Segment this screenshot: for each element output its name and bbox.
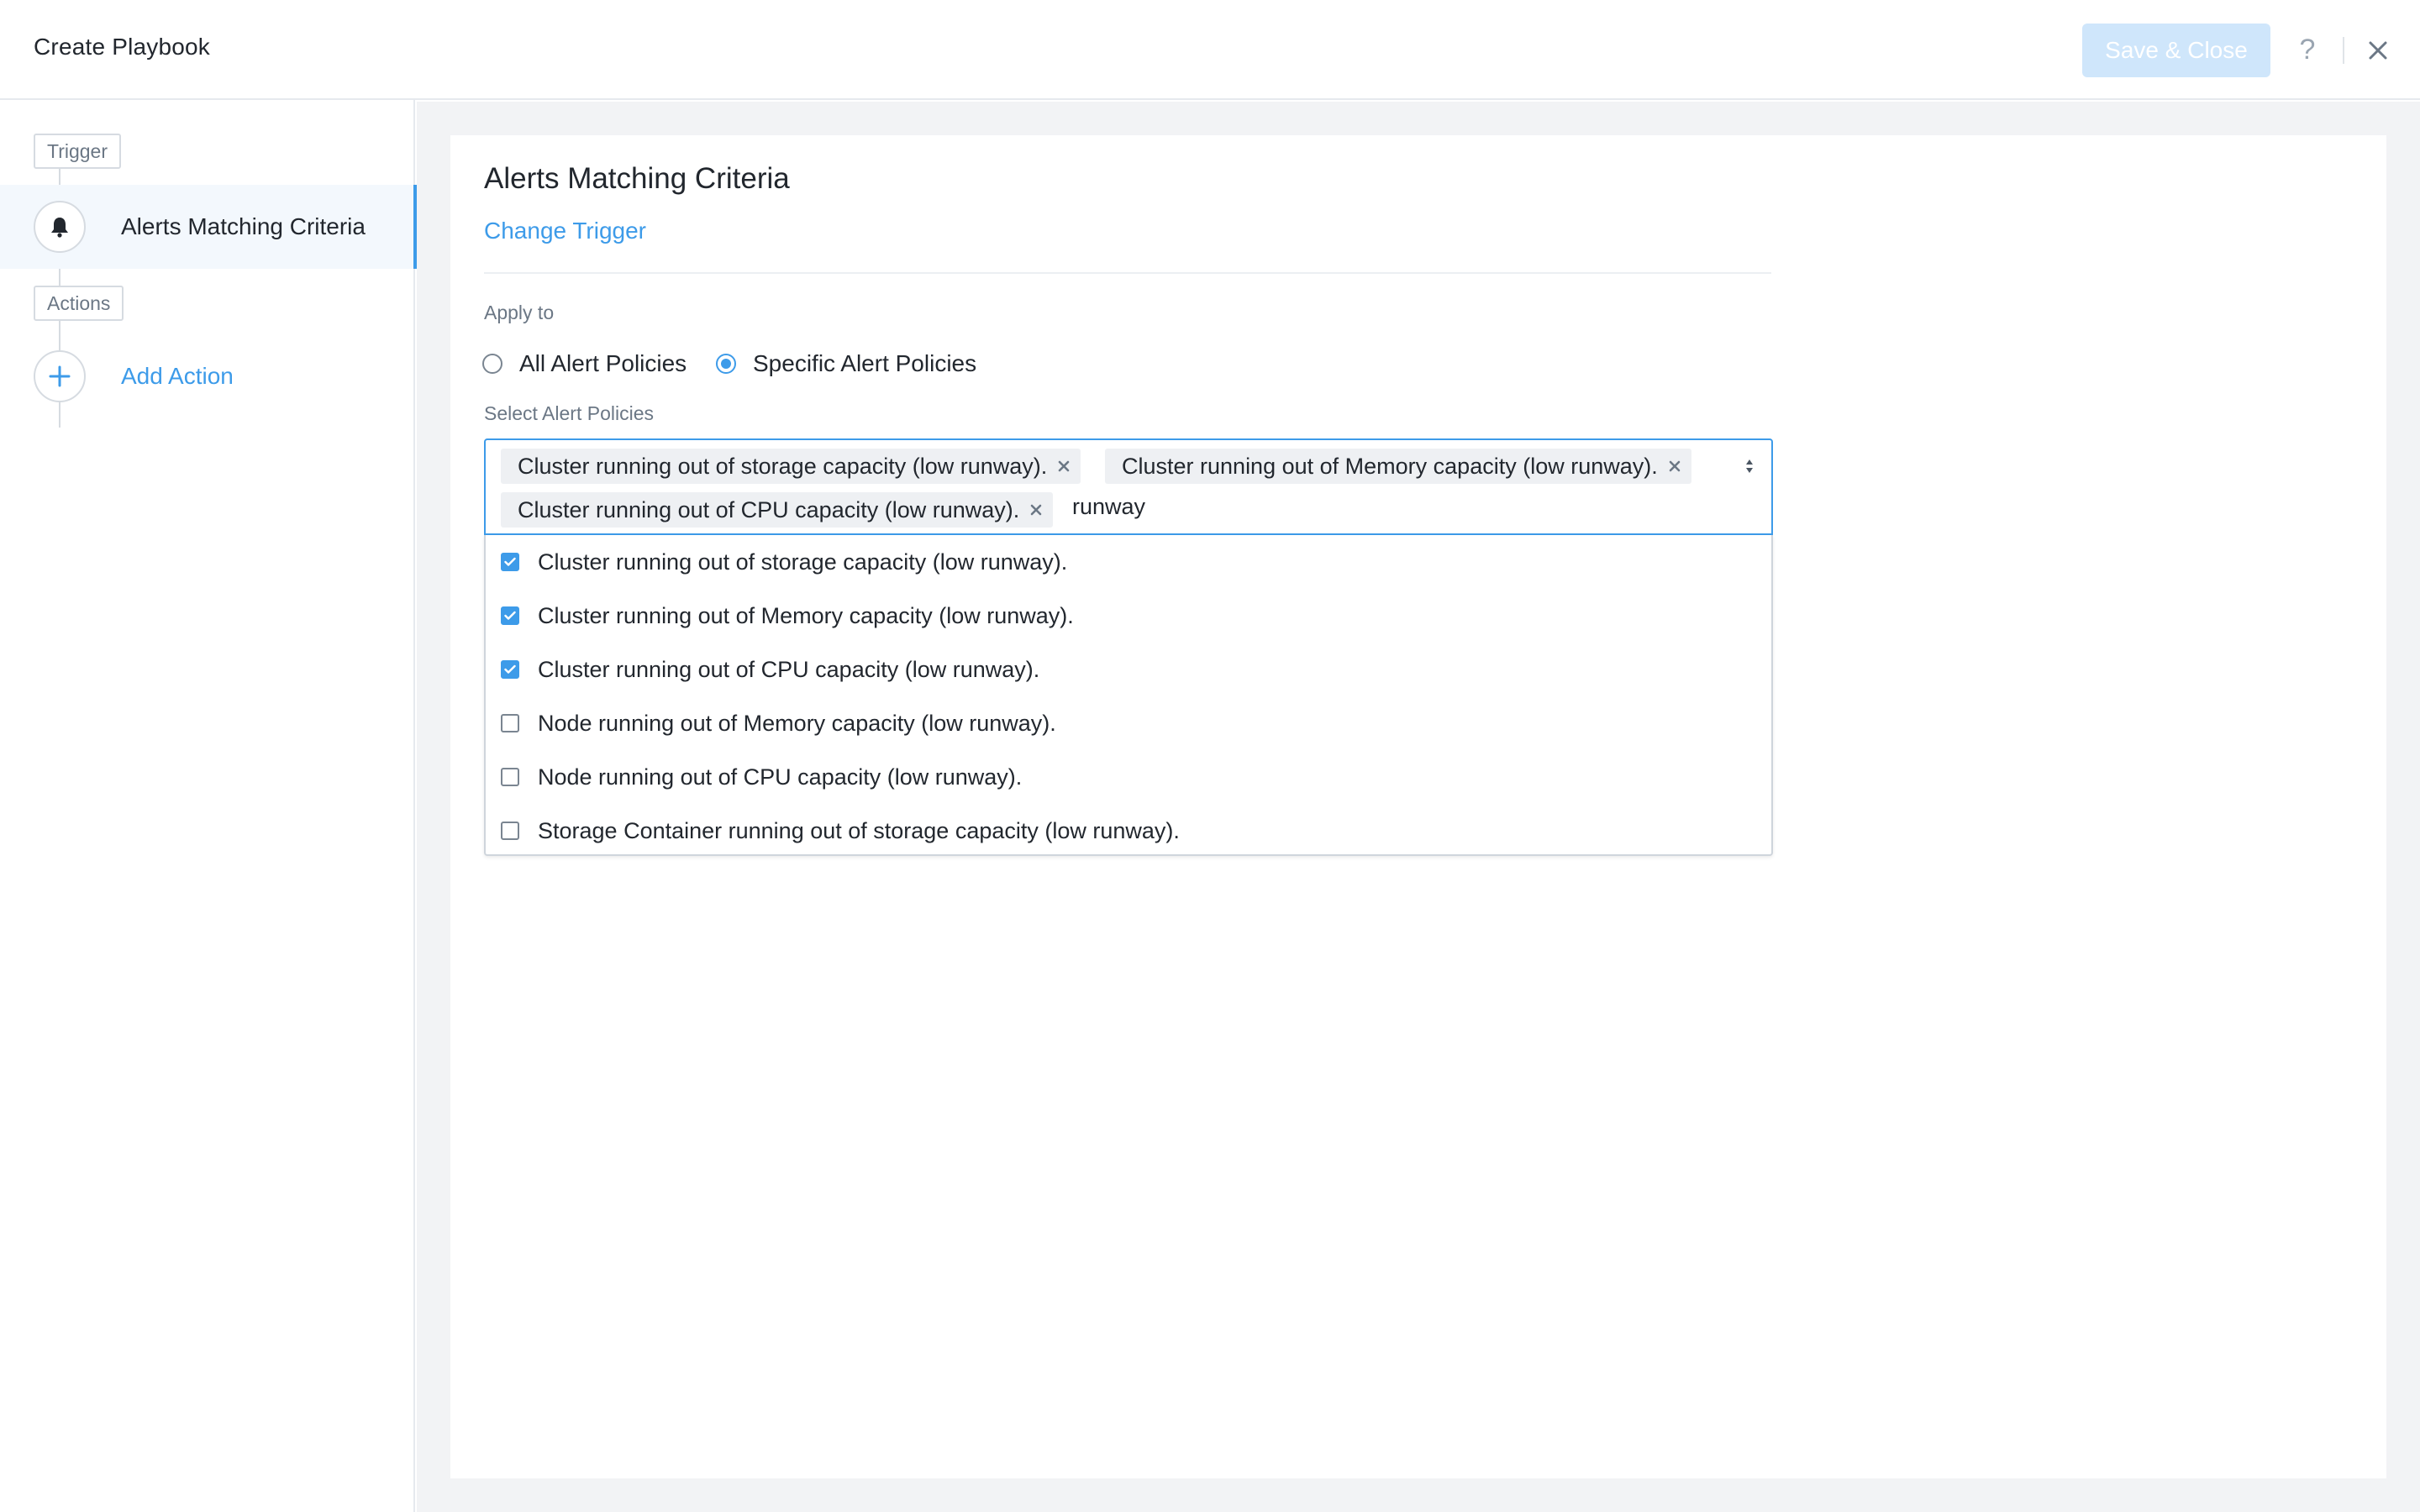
header-bar: Create Playbook Save & Close ? xyxy=(0,0,2420,100)
option-label: Cluster running out of Memory capacity (… xyxy=(538,602,1074,628)
radio-specific-alert-policies[interactable]: Specific Alert Policies xyxy=(716,349,976,379)
dropdown-option[interactable]: Cluster running out of CPU capacity (low… xyxy=(486,643,1771,696)
section-divider xyxy=(484,272,1771,274)
sort-arrows-icon[interactable] xyxy=(1743,455,1756,477)
add-action-link[interactable]: Add Action xyxy=(121,363,234,390)
option-label: Storage Container running out of storage… xyxy=(538,817,1180,843)
checkmark-icon xyxy=(504,664,516,674)
sidebar-item-alerts-matching-criteria[interactable]: Alerts Matching Criteria xyxy=(0,185,417,269)
selected-tag: Cluster running out of Memory capacity (… xyxy=(1105,449,1691,484)
header-divider xyxy=(2343,37,2344,64)
radio-button-selected[interactable] xyxy=(716,354,736,374)
close-icon[interactable] xyxy=(2361,34,2395,67)
radio-all-alert-policies[interactable]: All Alert Policies xyxy=(482,349,687,379)
main-area: Alerts Matching Criteria Change Trigger … xyxy=(417,102,2420,1512)
criteria-card: Alerts Matching Criteria Change Trigger … xyxy=(450,135,2386,1478)
apply-to-label: Apply to xyxy=(484,302,555,323)
trigger-tag: Trigger xyxy=(34,134,121,169)
remove-tag-icon[interactable] xyxy=(1658,449,1691,484)
radio-button[interactable] xyxy=(482,354,502,374)
dropdown-option[interactable]: Node running out of Memory capacity (low… xyxy=(486,696,1771,750)
page-title: Create Playbook xyxy=(34,34,211,60)
save-close-button[interactable]: Save & Close xyxy=(2082,24,2270,77)
select-alert-policies-label: Select Alert Policies xyxy=(484,402,654,424)
bell-icon xyxy=(51,218,68,238)
selected-tag: Cluster running out of storage capacity … xyxy=(501,449,1081,484)
card-title: Alerts Matching Criteria xyxy=(484,162,790,195)
sidebar-item-add-action[interactable]: Add Action xyxy=(0,334,415,418)
radio-label: Specific Alert Policies xyxy=(753,350,977,376)
dropdown-option[interactable]: Cluster running out of storage capacity … xyxy=(486,535,1771,589)
alert-policies-dropdown: Cluster running out of storage capacity … xyxy=(484,535,1773,856)
checkbox-checked[interactable] xyxy=(501,553,519,571)
option-label: Cluster running out of storage capacity … xyxy=(538,549,1068,575)
bell-icon-circle xyxy=(34,201,86,253)
plus-icon xyxy=(49,365,71,387)
option-label: Node running out of CPU capacity (low ru… xyxy=(538,764,1023,790)
dropdown-option[interactable]: Storage Container running out of storage… xyxy=(486,804,1771,858)
checkbox[interactable] xyxy=(501,822,519,840)
checkmark-icon xyxy=(504,611,516,620)
steps-sidebar: Trigger Alerts Matching Criteria Actions… xyxy=(0,100,417,1512)
sidebar-item-label: Alerts Matching Criteria xyxy=(121,213,366,239)
option-label: Cluster running out of CPU capacity (low… xyxy=(538,656,1040,682)
search-input[interactable]: runway xyxy=(1072,494,1145,520)
plus-icon-circle[interactable] xyxy=(34,350,86,402)
create-playbook-app: Create Playbook Save & Close ? Trigger A… xyxy=(0,0,2420,1512)
radio-label: All Alert Policies xyxy=(519,350,687,376)
actions-tag: Actions xyxy=(34,286,124,321)
checkbox[interactable] xyxy=(501,714,519,732)
dropdown-option[interactable]: Cluster running out of Memory capacity (… xyxy=(486,589,1771,643)
dropdown-option[interactable]: Node running out of CPU capacity (low ru… xyxy=(486,750,1771,804)
checkbox[interactable] xyxy=(501,768,519,786)
checkmark-icon xyxy=(504,557,516,566)
alert-policies-multiselect[interactable]: Cluster running out of storage capacity … xyxy=(484,438,1773,535)
change-trigger-link[interactable]: Change Trigger xyxy=(484,218,646,244)
selected-tag: Cluster running out of CPU capacity (low… xyxy=(501,492,1054,528)
checkbox-checked[interactable] xyxy=(501,606,519,625)
help-icon[interactable]: ? xyxy=(2294,30,2321,69)
option-label: Node running out of Memory capacity (low… xyxy=(538,710,1056,736)
remove-tag-icon[interactable] xyxy=(1047,449,1081,484)
selected-tag-label: Cluster running out of storage capacity … xyxy=(518,453,1048,479)
selected-tag-label: Cluster running out of Memory capacity (… xyxy=(1122,453,1658,479)
selected-tag-label: Cluster running out of CPU capacity (low… xyxy=(518,496,1020,522)
remove-tag-icon[interactable] xyxy=(1019,492,1053,528)
checkbox-checked[interactable] xyxy=(501,660,519,679)
